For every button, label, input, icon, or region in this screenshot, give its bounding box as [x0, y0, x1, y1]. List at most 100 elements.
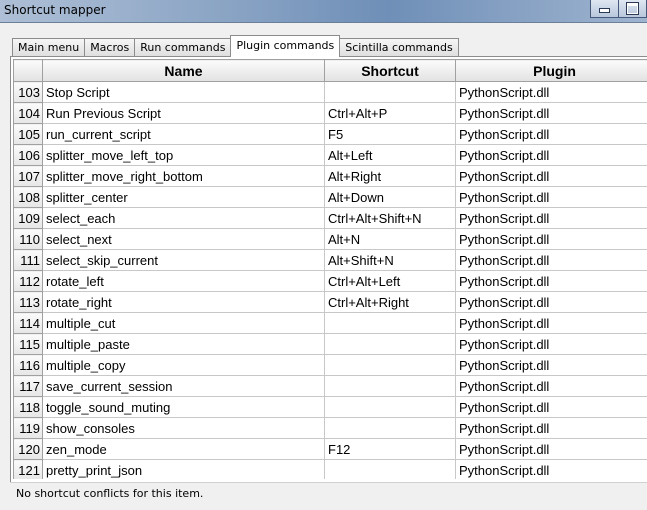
row-number-cell: 113	[13, 291, 43, 313]
tab-main-menu[interactable]: Main menu	[12, 38, 86, 57]
table-row[interactable]: 109 select_each Ctrl+Alt+Shift+N PythonScri…	[13, 207, 647, 229]
table-row[interactable]: 115 multiple_paste PythonScript.dll	[13, 333, 647, 355]
table-row[interactable]: 111 select_skip_current Alt+Shift+N PythonS…	[13, 249, 647, 271]
row-number-cell: 114	[13, 312, 43, 334]
column-header-number[interactable]	[13, 59, 43, 82]
column-header-shortcut[interactable]: Shortcut	[324, 59, 456, 82]
plugin-cell: PythonScript.dll	[455, 207, 647, 229]
shortcut-cell	[324, 333, 456, 355]
plugin-cell: PythonScript.dll	[455, 312, 647, 334]
tab-scintilla-commands[interactable]: Scintilla commands	[339, 38, 459, 57]
row-number-cell: 104	[13, 102, 43, 124]
command-name-cell: splitter_move_right_bottom	[42, 165, 325, 187]
plugin-cell: PythonScript.dll	[455, 144, 647, 166]
plugin-cell: PythonScript.dll	[455, 417, 647, 439]
shortcut-cell: F12	[324, 438, 456, 460]
shortcut-cell: Alt+Right	[324, 165, 456, 187]
command-name-cell: rotate_right	[42, 291, 325, 313]
plugin-cell: PythonScript.dll	[455, 186, 647, 208]
shortcut-cell: F5	[324, 123, 456, 145]
maximize-icon	[627, 3, 638, 14]
minimize-icon	[599, 8, 610, 13]
row-number-cell: 116	[13, 354, 43, 376]
command-name-cell: rotate_left	[42, 270, 325, 292]
plugin-cell: PythonScript.dll	[455, 270, 647, 292]
shortcut-cell	[324, 417, 456, 439]
table-row[interactable]: 112 rotate_left Ctrl+Alt+Left PythonScript.…	[13, 270, 647, 292]
tab-plugin-commands[interactable]: Plugin commands	[230, 35, 341, 57]
shortcut-cell: Alt+Down	[324, 186, 456, 208]
command-name-cell: multiple_cut	[42, 312, 325, 334]
minimize-button[interactable]	[590, 0, 619, 18]
shortcut-panel: Name Shortcut Plugin 103 Stop Script Pytho…	[10, 56, 647, 484]
plugin-cell: PythonScript.dll	[455, 459, 647, 479]
shortcut-cell	[324, 375, 456, 397]
tab-macros[interactable]: Macros	[84, 38, 136, 57]
row-number-cell: 121	[13, 459, 43, 479]
command-name-cell: show_consoles	[42, 417, 325, 439]
table-row[interactable]: 114 multiple_cut PythonScript.dll	[13, 312, 647, 334]
row-number-cell: 107	[13, 165, 43, 187]
plugin-cell: PythonScript.dll	[455, 354, 647, 376]
column-header-plugin[interactable]: Plugin	[455, 59, 647, 82]
conflict-info-box: No shortcut conflicts for this item.	[10, 482, 647, 509]
plugin-cell: PythonScript.dll	[455, 81, 647, 103]
shortcut-cell	[324, 312, 456, 334]
plugin-cell: PythonScript.dll	[455, 333, 647, 355]
shortcut-grid[interactable]: Name Shortcut Plugin 103 Stop Script Pytho…	[13, 59, 647, 479]
table-row[interactable]: 118 toggle_sound_muting PythonScript.dll	[13, 396, 647, 418]
table-row[interactable]: 117 save_current_session PythonScript.dll	[13, 375, 647, 397]
table-row[interactable]: 121 pretty_print_json PythonScript.dll	[13, 459, 647, 479]
command-name-cell: multiple_copy	[42, 354, 325, 376]
plugin-cell: PythonScript.dll	[455, 396, 647, 418]
plugin-cell: PythonScript.dll	[455, 123, 647, 145]
row-number-cell: 110	[13, 228, 43, 250]
window-title: Shortcut mapper	[4, 3, 106, 17]
column-header-name[interactable]: Name	[42, 59, 325, 82]
command-name-cell: save_current_session	[42, 375, 325, 397]
title-bar: Shortcut mapper	[0, 0, 647, 23]
table-row[interactable]: 108 splitter_center Alt+Down PythonScript.d…	[13, 186, 647, 208]
table-body: 103 Stop Script PythonScript.dll 104 Run Pre…	[13, 81, 647, 479]
plugin-cell: PythonScript.dll	[455, 438, 647, 460]
shortcut-cell	[324, 459, 456, 479]
command-name-cell: Run Previous Script	[42, 102, 325, 124]
table-row[interactable]: 119 show_consoles PythonScript.dll	[13, 417, 647, 439]
table-row[interactable]: 120 zen_mode F12 PythonScript.dll	[13, 438, 647, 460]
command-name-cell: Stop Script	[42, 81, 325, 103]
shortcut-cell: Alt+Shift+N	[324, 249, 456, 271]
plugin-cell: PythonScript.dll	[455, 375, 647, 397]
maximize-button[interactable]	[618, 0, 647, 18]
command-name-cell: splitter_move_left_top	[42, 144, 325, 166]
row-number-cell: 111	[13, 249, 43, 271]
command-name-cell: toggle_sound_muting	[42, 396, 325, 418]
command-name-cell: splitter_center	[42, 186, 325, 208]
table-row[interactable]: 106 splitter_move_left_top Alt+Left PythonS…	[13, 144, 647, 166]
plugin-cell: PythonScript.dll	[455, 228, 647, 250]
command-name-cell: zen_mode	[42, 438, 325, 460]
table-row[interactable]: 104 Run Previous Script Ctrl+Alt+P PythonSc…	[13, 102, 647, 124]
row-number-cell: 105	[13, 123, 43, 145]
table-row[interactable]: 107 splitter_move_right_bottom Alt+Right Py…	[13, 165, 647, 187]
plugin-cell: PythonScript.dll	[455, 165, 647, 187]
table-row[interactable]: 113 rotate_right Ctrl+Alt+Right PythonScrip…	[13, 291, 647, 313]
command-name-cell: pretty_print_json	[42, 459, 325, 479]
table-row[interactable]: 103 Stop Script PythonScript.dll	[13, 81, 647, 103]
command-name-cell: multiple_paste	[42, 333, 325, 355]
shortcut-cell	[324, 396, 456, 418]
command-name-cell: select_next	[42, 228, 325, 250]
row-number-cell: 109	[13, 207, 43, 229]
shortcut-cell	[324, 354, 456, 376]
window-controls	[590, 0, 647, 18]
table-row[interactable]: 110 select_next Alt+N PythonScript.dll	[13, 228, 647, 250]
command-name-cell: run_current_script	[42, 123, 325, 145]
table-row[interactable]: 116 multiple_copy PythonScript.dll	[13, 354, 647, 376]
row-number-cell: 117	[13, 375, 43, 397]
row-number-cell: 103	[13, 81, 43, 103]
shortcut-cell: Ctrl+Alt+Right	[324, 291, 456, 313]
row-number-cell: 112	[13, 270, 43, 292]
table-row[interactable]: 105 run_current_script F5 PythonScript.dll	[13, 123, 647, 145]
shortcut-cell: Ctrl+Alt+Shift+N	[324, 207, 456, 229]
row-number-cell: 115	[13, 333, 43, 355]
tab-run-commands[interactable]: Run commands	[134, 38, 232, 57]
